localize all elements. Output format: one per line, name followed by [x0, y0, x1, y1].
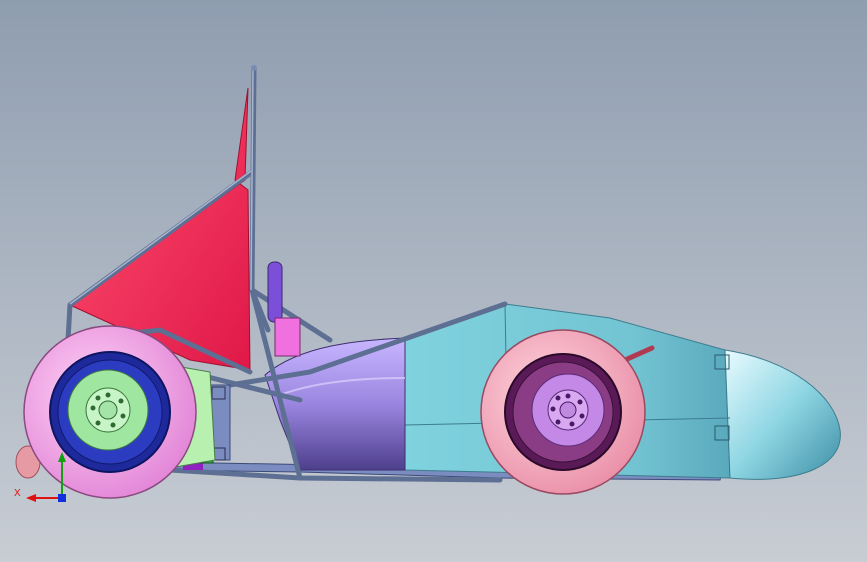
- sidepod[interactable]: [264, 337, 406, 471]
- cad-viewport[interactable]: X: [0, 0, 867, 562]
- damper-mount[interactable]: [274, 317, 301, 357]
- x-axis-label: X: [14, 488, 21, 499]
- nose-tip[interactable]: [724, 349, 841, 480]
- car-model[interactable]: X: [0, 0, 867, 562]
- front-hub-center: [559, 401, 577, 419]
- front-wheel[interactable]: [480, 329, 646, 495]
- rear-damper[interactable]: [267, 261, 283, 323]
- x-axis-arrowhead: [26, 494, 36, 502]
- rear-wheel[interactable]: [23, 325, 197, 499]
- rear-hub-center: [98, 400, 118, 420]
- main-hoop-top: [251, 65, 257, 71]
- z-axis-marker: [58, 494, 66, 502]
